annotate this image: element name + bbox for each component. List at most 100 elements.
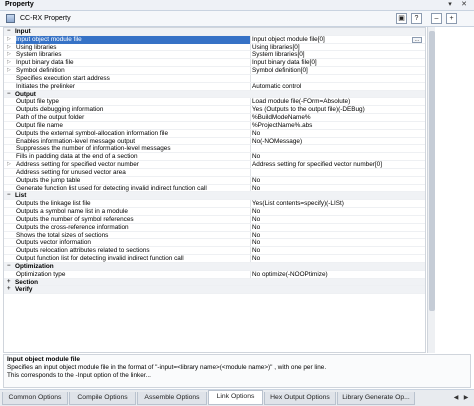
property-value[interactable]: No (252, 185, 422, 193)
property-row-output-function-list-for-detecting-inval[interactable]: Output function list for detecting inval… (4, 255, 425, 263)
category-section[interactable]: + Section (4, 278, 425, 287)
property-row-generate-function-list-used-for-detectin[interactable]: Generate function list used for detectin… (4, 184, 425, 193)
property-row-outputs-debugging-information[interactable]: Outputs debugging information Yes (Output… (4, 106, 425, 115)
property-row-specifies-execution-start-address[interactable]: Specifies execution start address (4, 74, 425, 83)
row-expander-icon[interactable]: ▷ (7, 44, 11, 52)
property-value[interactable]: No optimize(-NOOPtimize) (252, 271, 422, 279)
property-name: Symbol definition (16, 67, 65, 75)
property-value[interactable]: No (252, 224, 422, 232)
property-row-output-file-type[interactable]: Output file type Load module file(-FOrm=A… (4, 98, 425, 107)
property-row-using-libraries[interactable]: ▷ Using libraries Using libraries[0] (4, 43, 425, 52)
category-list[interactable]: − List (4, 192, 425, 201)
property-row-address-setting-for-specified-vector-num[interactable]: ▷ Address setting for specified vector nu… (4, 161, 425, 169)
property-row-enables-information-level-message-output[interactable]: Enables information-level message output… (4, 137, 425, 146)
row-expander-icon[interactable]: ▷ (7, 161, 11, 169)
expand-icon[interactable]: + (446, 13, 457, 24)
category-label: List (15, 192, 27, 200)
category-expander-icon[interactable]: − (7, 263, 11, 271)
category-label: Input (15, 28, 31, 35)
property-value[interactable]: Yes(List contents=specify)(-LISt) (252, 200, 422, 208)
property-row-outputs-the-number-of-symbol-references[interactable]: Outputs the number of symbol references N… (4, 215, 425, 224)
column-divider (250, 145, 251, 153)
collapse-icon[interactable]: – (431, 13, 442, 24)
property-value[interactable]: No (252, 232, 422, 240)
property-value[interactable]: Automatic control (252, 83, 422, 91)
row-expander-icon[interactable]: ▷ (7, 36, 11, 44)
property-value[interactable]: No(-NOMessage) (252, 138, 422, 146)
browse-button[interactable]: ... (412, 36, 422, 43)
tab-scroll-right-icon[interactable]: ▶ (462, 394, 470, 403)
property-value[interactable]: Yes (Outputs to the output file)(-DEBug) (252, 106, 422, 114)
category-input[interactable]: − Input (4, 28, 425, 36)
description-line: Specifies an input object module file in… (7, 364, 327, 371)
tab-hex-output-options[interactable]: Hex Output Options (264, 392, 336, 405)
category-expander-icon[interactable]: + (7, 286, 11, 294)
property-value[interactable]: Load module file(-FOrm=Absolute) (252, 98, 422, 106)
property-row-shows-the-total-sizes-of-sections[interactable]: Shows the total sizes of sections No (4, 231, 425, 240)
column-divider (250, 215, 251, 223)
property-row-path-of-the-output-folder[interactable]: Path of the output folder %BuildModeName% (4, 114, 425, 122)
tab-common-options[interactable]: Common Options (2, 392, 68, 405)
property-value[interactable]: %ProjectName%.abs (252, 122, 422, 130)
property-row-outputs-the-linkage-list-file[interactable]: Outputs the linkage list file Yes(List co… (4, 200, 425, 209)
property-value[interactable]: Input object module file[0] (252, 36, 422, 44)
property-row-address-setting-for-unused-vector-area[interactable]: Address setting for unused vector area (4, 168, 425, 177)
property-value[interactable]: Address setting for specified vector num… (252, 161, 422, 169)
property-value[interactable]: No (252, 216, 422, 224)
property-row-system-libraries[interactable]: ▷ System libraries System libraries[0] (4, 51, 425, 60)
property-row-initiates-the-prelinker[interactable]: Initiates the prelinker Automatic control (4, 82, 425, 91)
property-value[interactable]: Using libraries[0] (252, 44, 422, 52)
pin-icon[interactable]: ▾ (446, 1, 454, 9)
property-value[interactable]: Input binary data file[0] (252, 59, 422, 67)
category-expander-icon[interactable]: − (7, 192, 11, 200)
property-value[interactable]: %BuildModeName% (252, 114, 422, 122)
property-row-input-object-module-file[interactable]: ▷ Input object module file Input object mo… (4, 35, 425, 44)
property-row-suppresses-the-number-of-information-lev[interactable]: Suppresses the number of information-lev… (4, 145, 425, 154)
property-value[interactable]: No (252, 177, 422, 185)
column-divider (250, 161, 251, 168)
property-value[interactable]: No (252, 130, 422, 138)
property-value[interactable]: No (252, 247, 422, 255)
property-name: Path of the output folder (16, 114, 85, 122)
category-expander-icon[interactable]: + (7, 279, 11, 287)
close-icon[interactable]: ✕ (460, 1, 468, 9)
tab-scroll-left-icon[interactable]: ◀ (452, 394, 460, 403)
tab-link-options[interactable]: Link Options (208, 390, 263, 405)
property-name: Address setting for specified vector num… (16, 161, 139, 169)
help-icon[interactable]: ? (411, 13, 422, 24)
property-name: Address setting for unused vector area (16, 168, 126, 176)
tab-library-generate-op[interactable]: Library Generate Op... (337, 392, 415, 405)
property-row-outputs-the-cross-reference-information[interactable]: Outputs the cross-reference information N… (4, 223, 425, 232)
row-expander-icon[interactable]: ▷ (7, 59, 11, 67)
category-expander-icon[interactable]: − (7, 91, 11, 99)
property-value[interactable]: No (252, 239, 422, 247)
row-expander-icon[interactable]: ▷ (7, 67, 11, 75)
property-row-optimization-type[interactable]: Optimization type No optimize(-NOOPtimize… (4, 270, 425, 279)
property-row-fills-in-padding-data-at-the-end-of-a-se[interactable]: Fills in padding data at the end of a se… (4, 153, 425, 162)
row-expander-icon[interactable]: ▷ (7, 51, 11, 59)
property-row-outputs-relocation-attributes-related-to[interactable]: Outputs relocation attributes related to… (4, 247, 425, 256)
property-row-output-file-name[interactable]: Output file name %ProjectName%.abs (4, 121, 425, 130)
tab-assemble-options[interactable]: Assemble Options (137, 392, 207, 405)
scrollbar-thumb[interactable] (429, 31, 435, 311)
property-row-outputs-the-jump-table[interactable]: Outputs the jump table No (4, 176, 425, 185)
property-row-outputs-a-symbol-name-list-in-a-module[interactable]: Outputs a symbol name list in a module No (4, 208, 425, 216)
property-value[interactable]: Symbol definition[0] (252, 67, 422, 75)
property-row-outputs-the-external-symbol-allocation-i[interactable]: Outputs the external symbol-allocation i… (4, 129, 425, 138)
property-row-outputs-vector-information[interactable]: Outputs vector information No (4, 239, 425, 248)
property-name: Fills in padding data at the end of a se… (16, 153, 138, 161)
category-output[interactable]: − Output (4, 90, 425, 99)
property-row-symbol-definition[interactable]: ▷ Symbol definition Symbol definition[0] (4, 67, 425, 75)
property-value[interactable]: No (252, 255, 422, 263)
property-row-input-binary-data-file[interactable]: ▷ Input binary data file Input binary data… (4, 59, 425, 68)
property-value[interactable]: No (252, 208, 422, 216)
tab-strip: Library Generate Op... Hex Output Options… (0, 389, 474, 406)
category-verify[interactable]: + Verify (4, 286, 425, 295)
property-value[interactable]: No (252, 153, 422, 161)
category-optimization[interactable]: − Optimization (4, 262, 425, 271)
lock-icon[interactable]: ▣ (396, 13, 407, 24)
category-expander-icon[interactable]: − (7, 28, 11, 36)
vertical-scrollbar[interactable] (427, 27, 435, 353)
tab-compile-options[interactable]: Compile Options (69, 392, 136, 405)
property-value[interactable]: System libraries[0] (252, 51, 422, 59)
